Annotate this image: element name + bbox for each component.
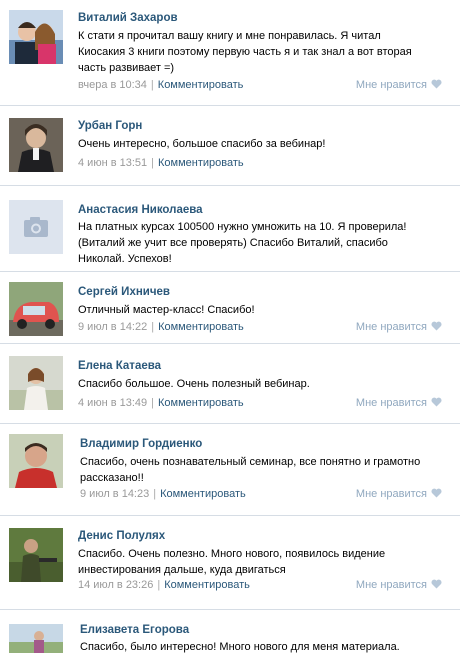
avatar[interactable] xyxy=(9,356,63,410)
comment-item: Урбан Горн Очень интересно, большое спас… xyxy=(0,106,460,186)
avatar-photo-icon xyxy=(9,434,63,488)
comment-meta: вчера в 10:34 | Комментировать xyxy=(78,79,244,91)
comment-text-line: Киосакия 3 книги поэтому первую часть я … xyxy=(78,46,412,58)
avatar-photo-icon xyxy=(9,282,63,336)
avatar-photo-icon xyxy=(9,118,63,172)
comment-text-line: Спасибо большое. Очень полезный вебинар. xyxy=(78,378,310,390)
heart-icon xyxy=(431,488,442,498)
comment-text: Спасибо, очень познавательный семинар, в… xyxy=(80,454,455,486)
avatar-photo-icon xyxy=(9,624,63,653)
avatar[interactable] xyxy=(9,528,63,582)
comment-text-line: инвестирования дальше, куда двигаться xyxy=(78,564,286,576)
like-label: Мне нравится xyxy=(355,79,427,91)
comment-text-line: Отличный мастер-класс! Спасибо! xyxy=(78,304,255,316)
heart-icon xyxy=(431,397,442,407)
avatar[interactable] xyxy=(9,624,63,653)
comment-author[interactable]: Владимир Гордиенко xyxy=(80,438,202,450)
like-button[interactable]: Мне нравится xyxy=(356,79,442,91)
like-label: Мне нравится xyxy=(355,488,427,500)
avatar[interactable] xyxy=(9,10,63,64)
avatar-photo-icon xyxy=(9,356,63,410)
comment-item: Денис Полулях Спасибо. Очень полезно. Мн… xyxy=(0,516,460,610)
comment-text-line: Очень интересно, большое спасибо за веби… xyxy=(78,138,326,150)
comment-item: Владимир Гордиенко Спасибо, очень познав… xyxy=(0,424,460,516)
comment-item: Елена Катаева Спасибо большое. Очень пол… xyxy=(0,344,460,424)
comment-item: Анастасия Николаева На платных курсах 10… xyxy=(0,186,460,272)
comment-item: Елизавета Егорова Спасибо, было интересн… xyxy=(0,610,460,653)
comment-text-line: Спасибо. Очень полезно. Много нового, по… xyxy=(78,548,386,560)
reply-link[interactable]: Комментировать xyxy=(158,157,244,169)
avatar[interactable] xyxy=(9,118,63,172)
comment-text-line: Николай. Успехов! xyxy=(78,253,172,265)
comment-author[interactable]: Виталий Захаров xyxy=(78,12,178,24)
comment-text: Очень интересно, большое спасибо за веби… xyxy=(78,136,453,152)
comment-author[interactable]: Анастасия Николаева xyxy=(78,204,203,216)
reply-link[interactable]: Комментировать xyxy=(160,488,246,500)
reply-link[interactable]: Комментировать xyxy=(158,397,244,409)
reply-link[interactable]: Комментировать xyxy=(158,321,244,333)
reply-link[interactable]: Комментировать xyxy=(164,579,250,591)
comment-text: К стати я прочитал вашу книгу и мне понр… xyxy=(78,28,453,76)
comment-author[interactable]: Денис Полулях xyxy=(78,530,165,542)
comment-meta: 4 июн в 13:49 | Комментировать xyxy=(78,397,244,409)
reply-link[interactable]: Комментировать xyxy=(158,79,244,91)
like-button[interactable]: Мне нравится xyxy=(356,488,442,500)
comment-text-line: рассказано!! xyxy=(80,472,144,484)
like-button[interactable]: Мне нравится xyxy=(356,397,442,409)
avatar[interactable] xyxy=(9,282,63,336)
comment-text-line: Спасибо, очень познавательный семинар, в… xyxy=(80,456,421,468)
avatar[interactable] xyxy=(9,434,63,488)
like-button[interactable]: Мне нравится xyxy=(356,579,442,591)
comment-time[interactable]: 4 июн в 13:51 xyxy=(78,157,147,169)
heart-icon xyxy=(431,321,442,331)
comment-text: Спасибо большое. Очень полезный вебинар. xyxy=(78,376,453,392)
camera-placeholder-icon xyxy=(9,200,63,254)
like-label: Мне нравится xyxy=(355,321,427,333)
comment-meta: 4 июн в 13:51 | Комментировать xyxy=(78,157,244,169)
comment-time[interactable]: 9 июл в 14:22 xyxy=(78,321,147,333)
comment-text: На платных курсах 100500 нужно умножить … xyxy=(78,219,453,267)
comment-time[interactable]: вчера в 10:34 xyxy=(78,79,147,91)
heart-icon xyxy=(431,79,442,89)
comment-author[interactable]: Сергей Ихничев xyxy=(78,286,170,298)
comment-text-line: часть развивает =) xyxy=(78,62,175,74)
comment-time[interactable]: 9 июл в 14:23 xyxy=(80,488,149,500)
comment-time[interactable]: 14 июл в 23:26 xyxy=(78,579,153,591)
comment-author[interactable]: Елизавета Егорова xyxy=(80,624,189,636)
comment-meta: 9 июл в 14:22 | Комментировать xyxy=(78,321,244,333)
avatar-photo-icon xyxy=(9,528,63,582)
comment-text-line: На платных курсах 100500 нужно умножить … xyxy=(78,221,407,233)
like-label: Мне нравится xyxy=(355,579,427,591)
like-button[interactable]: Мне нравится xyxy=(356,321,442,333)
comment-item: Сергей Ихничев Отличный мастер-класс! Сп… xyxy=(0,272,460,344)
comment-meta: 9 июл в 14:23 | Комментировать xyxy=(80,488,246,500)
comment-time[interactable]: 4 июн в 13:49 xyxy=(78,397,147,409)
comment-text-line: (Виталий же учит все проверять) Спасибо … xyxy=(78,237,388,249)
comment-text: Спасибо. Очень полезно. Много нового, по… xyxy=(78,546,453,578)
comment-text: Отличный мастер-класс! Спасибо! xyxy=(78,302,453,318)
avatar[interactable] xyxy=(9,200,63,254)
heart-icon xyxy=(431,579,442,589)
comment-author[interactable]: Елена Катаева xyxy=(78,360,161,372)
comment-item: Виталий Захаров К стати я прочитал вашу … xyxy=(0,0,460,106)
comment-text-line: К стати я прочитал вашу книгу и мне понр… xyxy=(78,30,381,42)
comment-meta: 14 июл в 23:26 | Комментировать xyxy=(78,579,250,591)
like-label: Мне нравится xyxy=(355,397,427,409)
comment-author[interactable]: Урбан Горн xyxy=(78,120,142,132)
avatar-photo-icon xyxy=(9,10,63,64)
